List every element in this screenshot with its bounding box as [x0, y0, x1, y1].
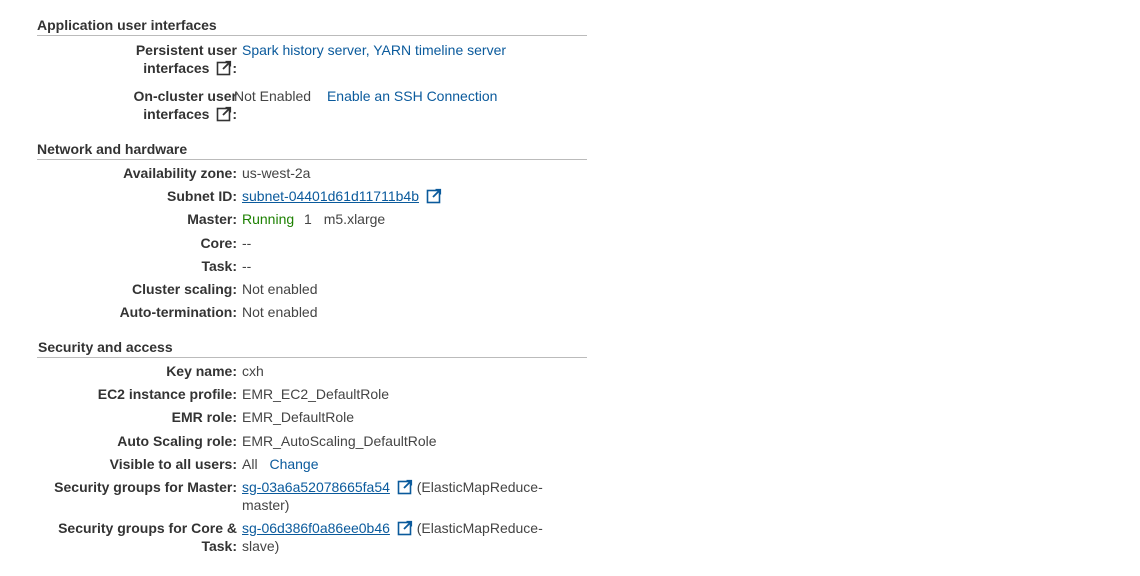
sg-core-name: (ElasticMapReduce-	[416, 520, 543, 536]
autoscaling-role-label: Auto Scaling role:	[117, 433, 237, 449]
subnet-value: subnet-04401d61d11711b4b	[242, 187, 442, 205]
section-security-and-access: Security and access Key name: cxh EC2 in…	[37, 339, 587, 554]
master-label: Master:	[187, 211, 237, 227]
persistent-ui-label-line2: interfaces :	[143, 60, 237, 76]
enable-ssh-link[interactable]: Enable an SSH Connection	[327, 88, 497, 104]
core-value: --	[242, 235, 252, 251]
section-title: Application user interfaces	[37, 17, 587, 36]
oncluster-ui-label-line1: On-cluster user	[133, 88, 237, 104]
sg-core-value: sg-06d386f0a86ee0b46 (ElasticMapReduce- …	[242, 519, 552, 555]
external-link-icon[interactable]	[216, 60, 232, 76]
key-name-label: Key name:	[166, 363, 237, 379]
persistent-ui-link[interactable]: Spark history server, YARN timeline serv…	[242, 42, 506, 58]
oncluster-ui-label: On-cluster user interfaces :	[37, 87, 237, 123]
autoscaling-role-value: EMR_AutoScaling_DefaultRole	[242, 433, 437, 449]
external-link-icon[interactable]	[426, 188, 442, 204]
external-link-icon[interactable]	[216, 106, 232, 122]
task-value: --	[242, 258, 252, 274]
sg-master-name-line2: master)	[242, 497, 290, 513]
external-link-icon[interactable]	[397, 479, 413, 495]
visible-users-value: All Change	[242, 455, 319, 473]
section-network-and-hardware: Network and hardware Availability zone: …	[37, 141, 587, 320]
ec2-profile-value: EMR_EC2_DefaultRole	[242, 386, 390, 402]
sg-core-label-line2: Task:	[201, 538, 237, 554]
oncluster-ui-label-text: interfaces	[143, 106, 210, 122]
visible-users-label: Visible to all users:	[109, 456, 237, 472]
sg-master-line1: sg-03a6a52078665fa54 (ElasticMapReduce-	[242, 478, 552, 496]
change-visibility-link[interactable]: Change	[269, 456, 318, 472]
sg-master-name: (ElasticMapReduce-	[416, 479, 543, 495]
master-instance-type: m5.xlarge	[323, 211, 386, 227]
persistent-ui-value: Spark history server, YARN timeline serv…	[242, 41, 506, 59]
oncluster-ui-label-line2: interfaces :	[143, 106, 237, 122]
master-value: Running 1 m5.xlarge	[242, 210, 385, 228]
external-link-icon[interactable]	[397, 520, 413, 536]
sg-master-value: sg-03a6a52078665fa54 (ElasticMapReduce- …	[242, 478, 552, 514]
section-application-user-interfaces: Application user interfaces Persistent u…	[37, 17, 587, 122]
emr-role-value: EMR_DefaultRole	[242, 409, 355, 425]
oncluster-ui-value: Not Enabled Enable an SSH Connection	[234, 87, 497, 105]
auto-termination-label: Auto-termination:	[119, 304, 237, 320]
availability-zone-value: us-west-2a	[242, 165, 311, 181]
master-count: 1	[304, 211, 312, 227]
core-label: Core:	[200, 235, 237, 251]
visible-users-status: All	[242, 456, 258, 472]
subnet-id-link[interactable]: subnet-04401d61d11711b4b	[242, 188, 419, 204]
task-label: Task:	[201, 258, 237, 274]
persistent-ui-label-line1: Persistent user	[135, 42, 237, 58]
section-title: Security and access	[37, 339, 587, 358]
sg-core-link[interactable]: sg-06d386f0a86ee0b46	[242, 520, 390, 536]
sg-master-link[interactable]: sg-03a6a52078665fa54	[242, 479, 390, 495]
cluster-scaling-label: Cluster scaling:	[131, 281, 237, 297]
emr-role-label: EMR role:	[171, 409, 237, 425]
sg-core-line1: sg-06d386f0a86ee0b46 (ElasticMapReduce-	[242, 519, 552, 537]
section-title: Network and hardware	[37, 141, 587, 160]
availability-zone-label: Availability zone:	[123, 165, 237, 181]
key-name-value: cxh	[242, 363, 264, 379]
persistent-ui-label-text: interfaces	[143, 60, 210, 76]
sg-core-label: Security groups for Core & Task:	[37, 519, 237, 555]
auto-termination-value: Not enabled	[242, 304, 318, 320]
ec2-profile-label: EC2 instance profile:	[97, 386, 237, 402]
master-status: Running	[242, 211, 295, 227]
persistent-ui-label: Persistent user interfaces :	[37, 41, 237, 77]
oncluster-status: Not Enabled	[234, 88, 312, 104]
subnet-label: Subnet ID:	[167, 188, 237, 204]
cluster-scaling-value: Not enabled	[242, 281, 318, 297]
sg-core-name-line2: slave)	[242, 538, 280, 554]
sg-core-label-line1: Security groups for Core &	[58, 520, 237, 536]
sg-master-label: Security groups for Master:	[54, 479, 237, 495]
